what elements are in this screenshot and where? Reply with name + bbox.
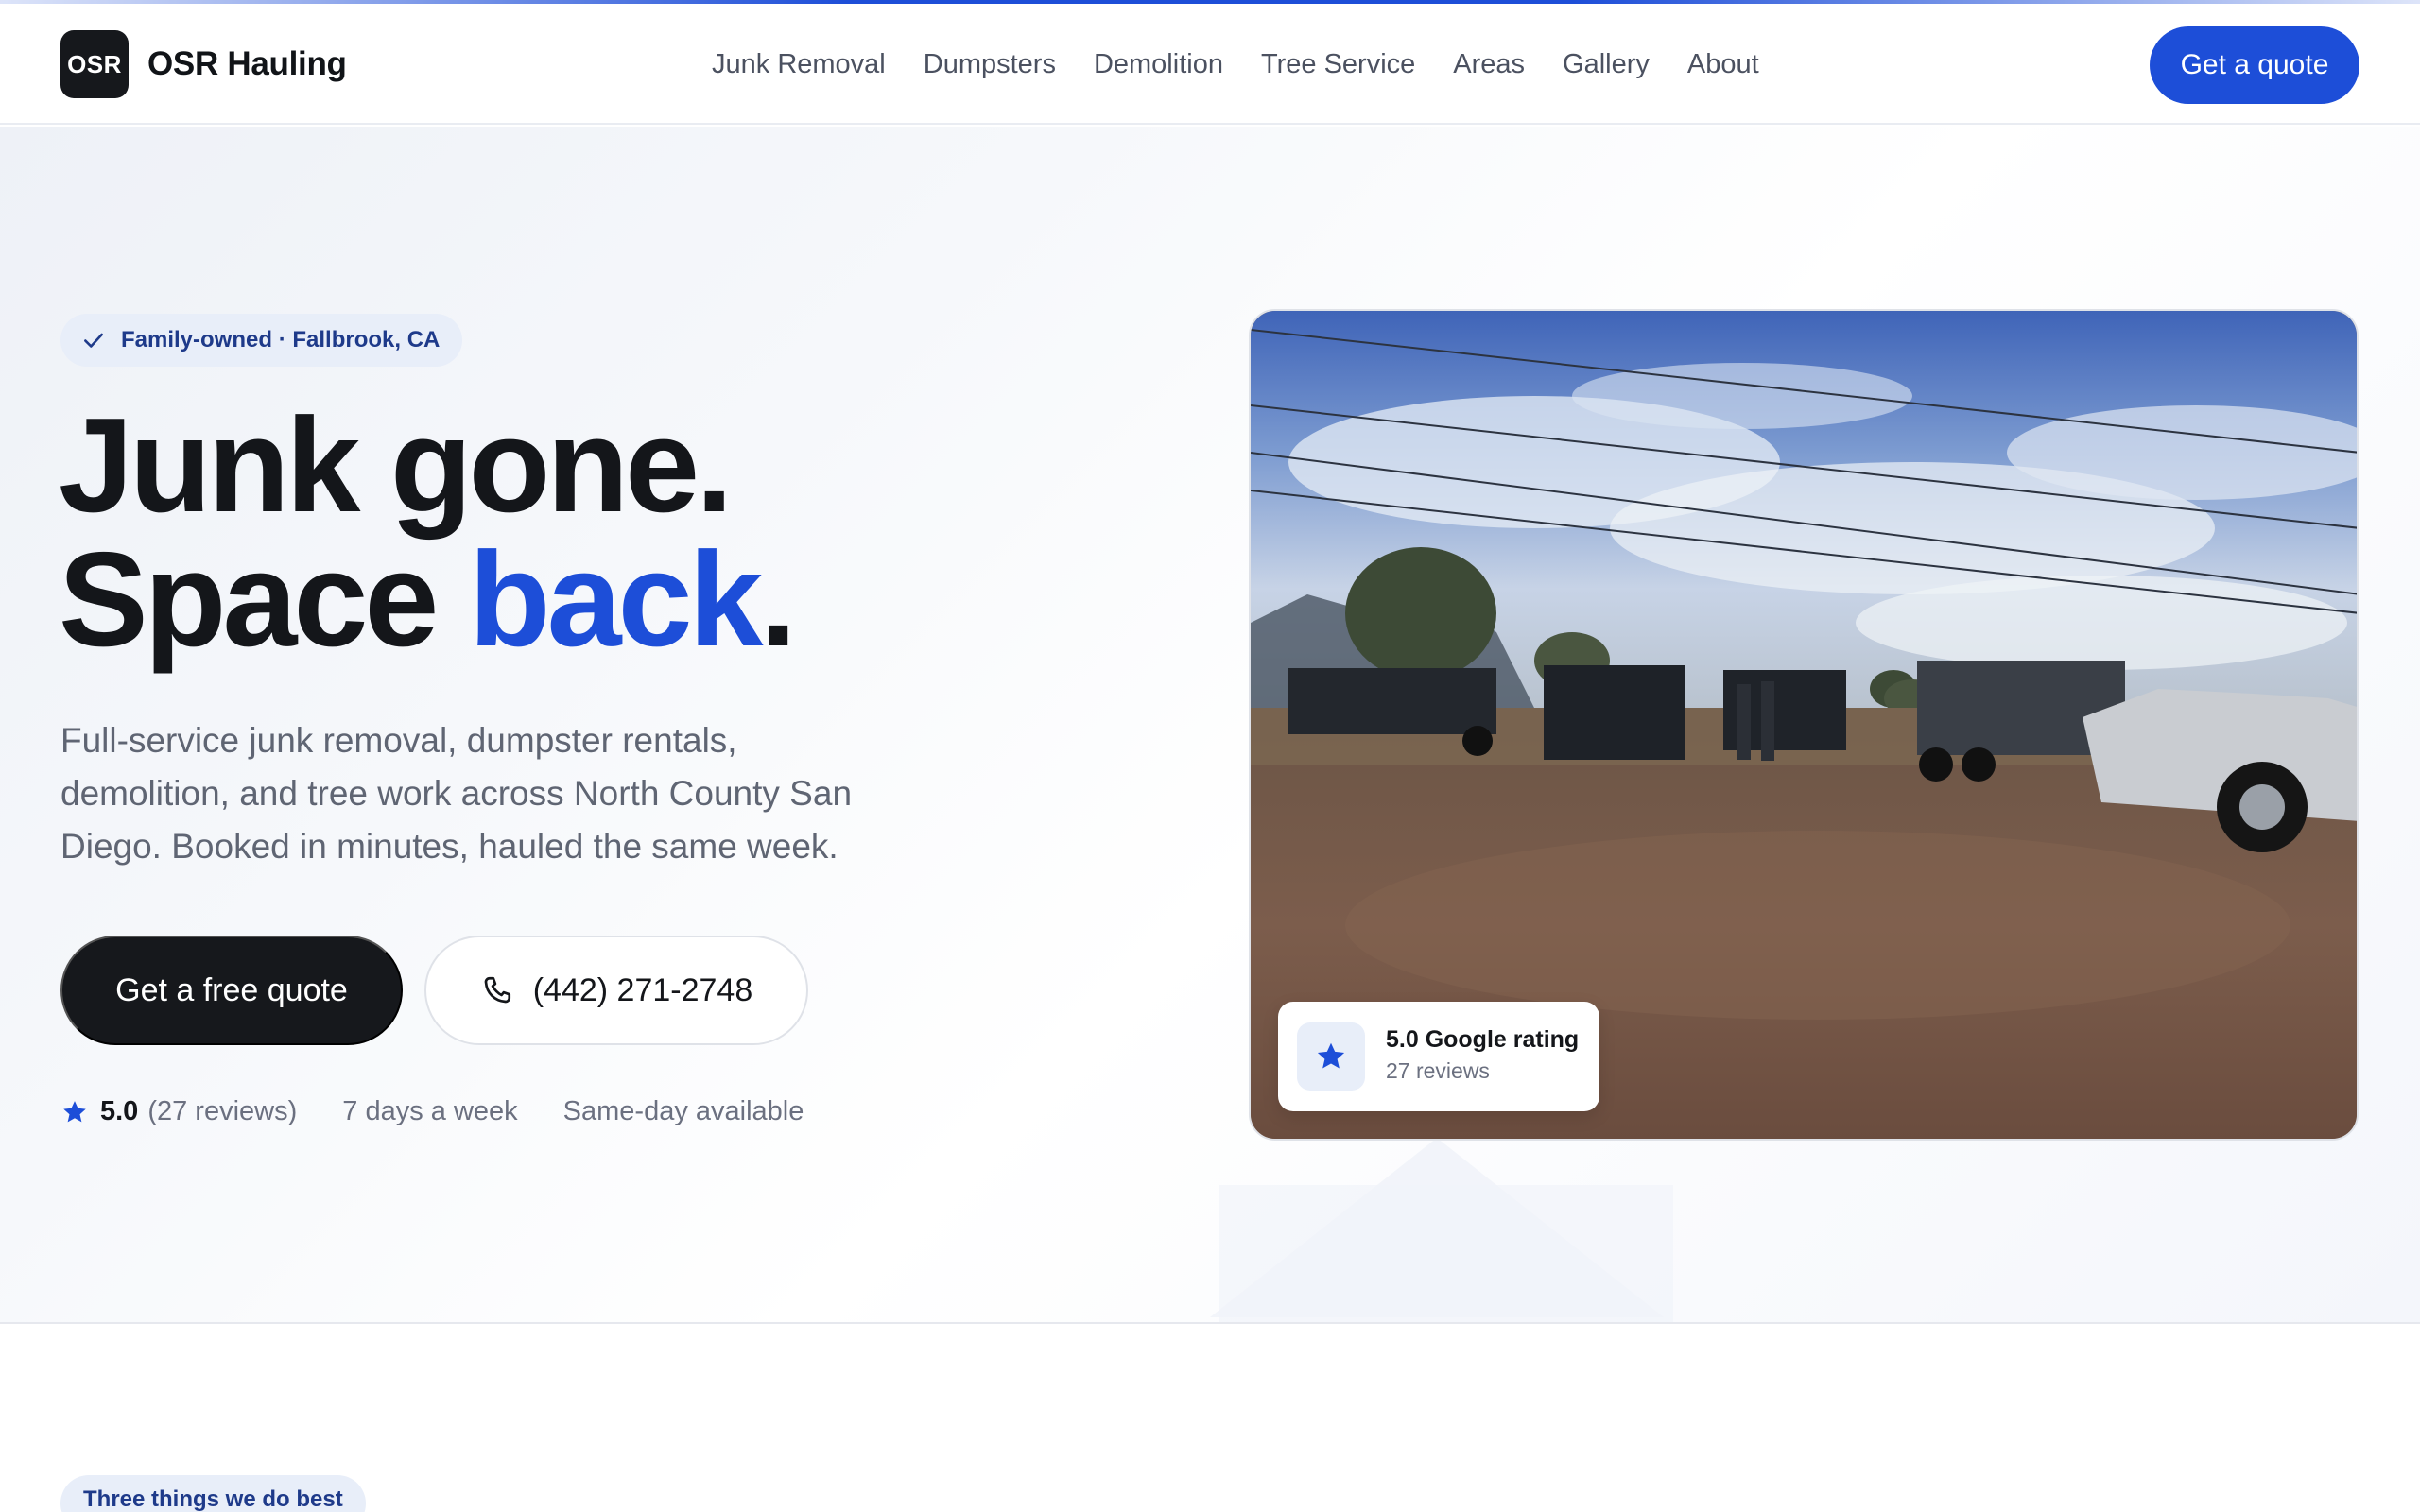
hero-meta: 5.0 (27 reviews) 7 days a week Same-day … [60,1096,804,1127]
site-header: OSR OSR Hauling Junk Removal Dumpsters D… [0,4,2420,125]
nav-about[interactable]: About [1687,49,1759,80]
star-icon [1317,1042,1345,1069]
rating-card-title: 5.0 Google rating [1386,1026,1580,1053]
star-icon [63,1100,86,1122]
nav-tree-service[interactable]: Tree Service [1261,49,1415,80]
call-phone-button[interactable]: (442) 271-2748 [424,936,808,1045]
headline-line-2: Space back. [59,533,797,667]
hero-headline: Junk gone. Space back. [59,390,797,667]
headline-line-1: Junk gone. [59,390,734,541]
phone-number: (442) 271-2748 [532,971,753,1008]
headline-accent: back [468,524,764,675]
same-day-available: Same-day available [562,1096,804,1126]
phone-icon [484,976,510,1004]
decorative-shape [1219,1185,1673,1323]
nav-dumpsters[interactable]: Dumpsters [924,49,1056,80]
main-nav: Junk Removal Dumpsters Demolition Tree S… [712,49,1797,80]
family-owned-badge: Family-owned · Fallbrook, CA [60,314,463,367]
google-rating-card: 5.0 Google rating 27 reviews [1278,1002,1599,1111]
rating-badge [1297,1022,1365,1091]
rating-value: 5.0 [100,1096,139,1126]
check-icon [84,333,103,348]
headline-end: . [759,524,798,675]
rating-card-subtitle: 27 reviews [1386,1058,1490,1083]
logo-mark[interactable]: OSR [60,30,129,98]
services-section: Three things we do best [0,1324,2420,1512]
hero-subtitle: Full-service junk removal, dumpster rent… [60,721,853,866]
section-badge: Three things we do best [60,1475,366,1512]
nav-areas[interactable]: Areas [1453,49,1525,80]
nav-demolition[interactable]: Demolition [1094,49,1223,80]
days-available: 7 days a week [342,1096,518,1126]
hero-section: Family-owned · Fallbrook, CA Junk gone. … [0,127,2420,1323]
headline-start: Space [59,524,469,675]
brand-name[interactable]: OSR Hauling [147,45,347,83]
nav-gallery[interactable]: Gallery [1563,49,1650,80]
badge-text: Family-owned · Fallbrook, CA [121,327,441,352]
get-free-quote-button[interactable]: Get a free quote [60,936,403,1045]
get-a-quote-button[interactable]: Get a quote [2150,26,2360,104]
nav-junk-removal[interactable]: Junk Removal [712,49,886,80]
review-count: (27 reviews) [147,1096,298,1126]
section-badge-text: Three things we do best [83,1486,343,1512]
